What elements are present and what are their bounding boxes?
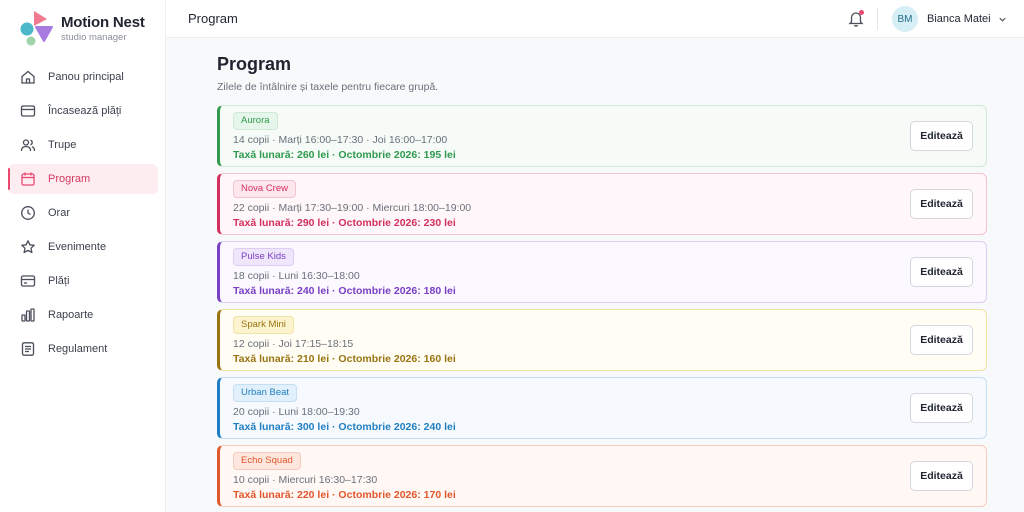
user-menu[interactable]: BM Bianca Matei: [892, 6, 1007, 32]
clock-icon: [21, 206, 35, 220]
users-icon: [20, 139, 36, 152]
sidebar-item-regulament[interactable]: Regulament: [8, 334, 158, 364]
star-icon: [21, 240, 35, 254]
sidebar-item-incaseaza-plati[interactable]: Încasează plăți: [8, 96, 158, 126]
page-subtitle: Zilele de întâlnire și taxele pentru fie…: [217, 81, 439, 93]
sidebar: Motion Nest studio manager Panou princip…: [0, 0, 166, 512]
group-details: 10 copii · Miercuri 16:30–17:30: [233, 474, 378, 486]
sidebar-nav: Panou principal Încasează plăți Trupe Pr…: [8, 62, 158, 368]
sidebar-item-label: Regulament: [48, 343, 108, 355]
group-fee: Taxă lunară: 290 lei · Octombrie 2026: 2…: [233, 217, 456, 229]
sidebar-item-label: Rapoarte: [48, 309, 94, 321]
group-card: Spark Mini 12 copii · Joi 17:15–18:15 Ta…: [217, 309, 987, 371]
edit-button[interactable]: Editează: [910, 121, 973, 151]
group-name-badge: Echo Squad: [233, 452, 301, 470]
group-fee: Taxă lunară: 210 lei · Octombrie 2026: 1…: [233, 353, 456, 365]
sidebar-item-program[interactable]: Program: [8, 164, 158, 194]
top-bar-title: Program: [188, 11, 238, 26]
group-fee: Taxă lunară: 240 lei · Octombrie 2026: 1…: [233, 285, 456, 297]
group-name-badge: Pulse Kids: [233, 248, 294, 266]
brand-name: Motion Nest: [61, 14, 145, 31]
group-list: Aurora 14 copii · Marți 16:00–17:30 · Jo…: [217, 105, 987, 512]
edit-button[interactable]: Editează: [910, 189, 973, 219]
notifications-button[interactable]: [848, 10, 864, 27]
edit-button[interactable]: Editează: [910, 257, 973, 287]
group-fee: Taxă lunară: 300 lei · Octombrie 2026: 2…: [233, 421, 456, 433]
sidebar-item-evenimente[interactable]: Evenimente: [8, 232, 158, 262]
sidebar-item-trupe[interactable]: Trupe: [8, 130, 158, 160]
group-card: Pulse Kids 18 copii · Luni 16:30–18:00 T…: [217, 241, 987, 303]
sidebar-item-label: Evenimente: [48, 241, 107, 253]
sidebar-item-label: Plăți: [48, 275, 70, 287]
sidebar-item-label: Încasează plăți: [48, 105, 122, 117]
bar-chart-icon: [21, 308, 35, 322]
sidebar-item-rapoarte[interactable]: Rapoarte: [8, 300, 158, 330]
sidebar-item-panou-principal[interactable]: Panou principal: [8, 62, 158, 92]
group-details: 22 copii · Marți 17:30–19:00 · Miercuri …: [233, 202, 472, 214]
notification-dot: [859, 10, 864, 15]
brand-subtitle: studio manager: [61, 32, 127, 43]
page-header: Program Zilele de întâlnire și taxele pe…: [217, 54, 987, 93]
group-name-badge: Spark Mini: [233, 316, 294, 334]
group-name-badge: Urban Beat: [233, 384, 298, 402]
top-bar: Program BM Bianca Matei: [166, 0, 1024, 38]
group-details: 14 copii · Marți 16:00–17:30 · Joi 16:00…: [233, 134, 448, 146]
sidebar-item-orar[interactable]: Orar: [8, 198, 158, 228]
group-card: Urban Beat 20 copii · Luni 18:00–19:30 T…: [217, 377, 987, 439]
group-card: Aurora 14 copii · Marți 16:00–17:30 · Jo…: [217, 105, 987, 167]
edit-button[interactable]: Editează: [910, 325, 973, 355]
group-details: 12 copii · Joi 17:15–18:15: [233, 338, 354, 350]
group-fee: Taxă lunară: 260 lei · Octombrie 2026: 1…: [233, 149, 456, 161]
group-card: Echo Squad 10 copii · Miercuri 16:30–17:…: [217, 445, 987, 507]
group-name-badge: Nova Crew: [233, 180, 296, 198]
edit-button[interactable]: Editează: [910, 461, 973, 491]
chevron-down-icon: [998, 17, 1006, 22]
card-icon: [20, 105, 36, 117]
page-title: Program: [217, 54, 292, 74]
group-name-badge: Aurora: [233, 112, 278, 130]
user-name: Bianca Matei: [927, 13, 991, 25]
sidebar-item-label: Panou principal: [48, 71, 124, 83]
edit-button[interactable]: Editează: [910, 393, 973, 423]
group-card: Nova Crew 22 copii · Marți 17:30–19:00 ·…: [217, 173, 987, 235]
document-icon: [21, 342, 35, 356]
sidebar-item-plati[interactable]: Plăți: [8, 266, 158, 296]
motion-nest-logo: [20, 11, 53, 46]
group-details: 20 copii · Luni 18:00–19:30: [233, 406, 360, 418]
wallet-icon: [20, 275, 36, 287]
home-icon: [21, 70, 35, 84]
sidebar-item-label: Orar: [48, 207, 70, 219]
sidebar-item-label: Program: [48, 173, 91, 185]
group-details: 18 copii · Luni 16:30–18:00: [233, 270, 360, 282]
group-fee: Taxă lunară: 220 lei · Octombrie 2026: 1…: [233, 489, 456, 501]
divider: [877, 8, 878, 30]
avatar: BM: [892, 6, 918, 32]
sidebar-item-label: Trupe: [48, 139, 77, 151]
calendar-icon: [21, 172, 35, 186]
